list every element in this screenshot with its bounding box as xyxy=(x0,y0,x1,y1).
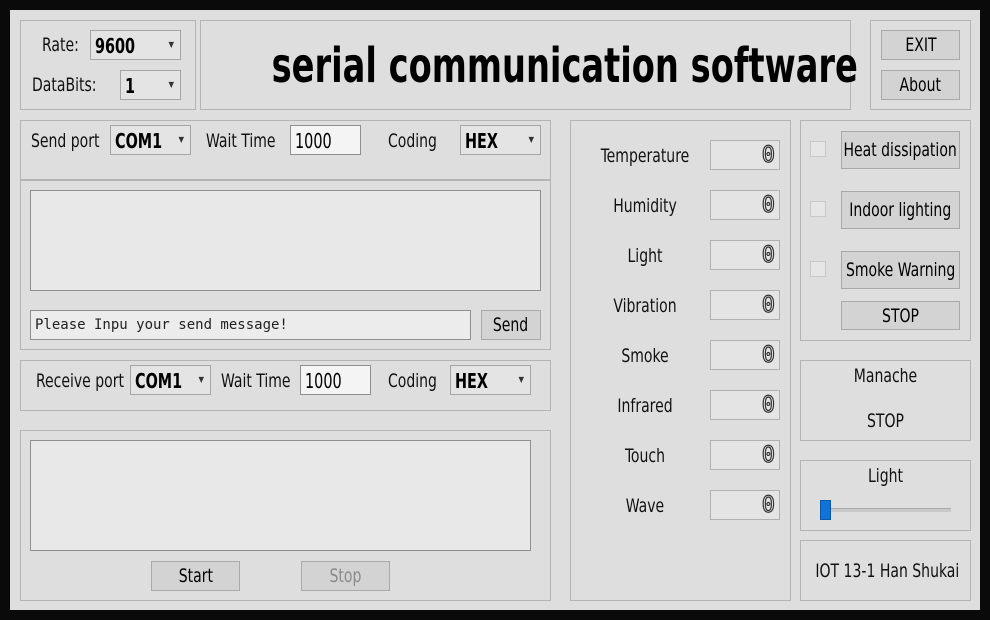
sensor-value: 0 xyxy=(761,142,775,168)
sensor-display-temperature: 0 xyxy=(710,140,780,170)
send-coding-value: HEX xyxy=(465,129,498,153)
sensor-label-touch: Touch xyxy=(625,445,665,467)
credit-text: IOT 13-1 Han Shukai xyxy=(815,560,960,582)
sensor-label-infrared: Infrared xyxy=(617,395,673,417)
send-button[interactable]: Send xyxy=(481,310,541,340)
receive-port-label: Receive port xyxy=(36,370,124,392)
sensor-display-wave: 0 xyxy=(710,490,780,520)
rate-value: 9600 xyxy=(95,34,136,58)
send-port-value: COM1 xyxy=(115,129,163,153)
sensor-value: 0 xyxy=(761,242,775,268)
smoke-warning-checkbox[interactable] xyxy=(810,261,826,277)
sensor-label-light: Light xyxy=(627,245,663,267)
heat-dissipation-checkbox[interactable] xyxy=(810,141,826,157)
manache-title: Manache xyxy=(853,365,918,387)
sensor-label-temperature: Temperature xyxy=(600,145,690,167)
send-port-label: Send port xyxy=(31,130,100,152)
sensor-display-touch: 0 xyxy=(710,440,780,470)
send-log-area[interactable] xyxy=(30,190,541,291)
chevron-down-icon: ▼ xyxy=(528,135,534,144)
receive-log-area[interactable] xyxy=(30,440,531,551)
sensor-label-smoke: Smoke xyxy=(621,345,669,367)
rate-select[interactable]: 9600 ▼ xyxy=(90,30,181,60)
receive-coding-label: Coding xyxy=(388,370,437,392)
sensor-label-wave: Wave xyxy=(625,495,665,517)
sensor-display-vibration: 0 xyxy=(710,290,780,320)
rate-label: Rate: xyxy=(42,34,79,56)
receive-coding-value: HEX xyxy=(455,369,488,393)
sensor-value: 0 xyxy=(761,392,775,418)
sensor-value: 0 xyxy=(761,292,775,318)
manache-status: STOP xyxy=(867,410,904,432)
receive-port-value: COM1 xyxy=(135,369,183,393)
heat-dissipation-button[interactable]: Heat dissipation xyxy=(841,131,960,169)
sensor-value: 0 xyxy=(761,492,775,518)
chevron-down-icon: ▼ xyxy=(168,80,174,89)
app-title: serial communication software xyxy=(271,38,858,94)
sensor-display-infrared: 0 xyxy=(710,390,780,420)
light-slider-label: Light xyxy=(867,465,903,487)
indoor-lighting-checkbox[interactable] xyxy=(810,201,826,217)
light-slider-handle[interactable] xyxy=(820,500,831,520)
sensor-label-humidity: Humidity xyxy=(613,195,677,217)
stop-receive-button: Stop xyxy=(301,561,390,591)
sensor-value: 0 xyxy=(761,342,775,368)
about-button[interactable]: About xyxy=(881,70,960,100)
sensor-display-light: 0 xyxy=(710,240,780,270)
start-button[interactable]: Start xyxy=(151,561,240,591)
send-port-select[interactable]: COM1 ▼ xyxy=(110,125,191,155)
sensor-display-humidity: 0 xyxy=(710,190,780,220)
send-coding-label: Coding xyxy=(388,130,437,152)
chevron-down-icon: ▼ xyxy=(168,40,174,49)
chevron-down-icon: ▼ xyxy=(198,375,204,384)
main-window: Rate: 9600 ▼ DataBits: 1 ▼ serial commun… xyxy=(10,10,980,610)
send-coding-select[interactable]: HEX ▼ xyxy=(460,125,541,155)
stop-all-button[interactable]: STOP xyxy=(841,301,960,330)
exit-button[interactable]: EXIT xyxy=(881,30,960,60)
databits-select[interactable]: 1 ▼ xyxy=(120,70,181,100)
smoke-warning-button[interactable]: Smoke Warning xyxy=(841,251,960,289)
send-wait-input[interactable]: 1000 xyxy=(290,125,361,155)
sensor-display-smoke: 0 xyxy=(710,340,780,370)
light-slider-track xyxy=(822,508,951,512)
receive-wait-label: Wait Time xyxy=(221,370,291,392)
sensor-value: 0 xyxy=(761,442,775,468)
send-message-input[interactable]: Please Inpu your send message! xyxy=(30,310,471,340)
sensor-value: 0 xyxy=(761,192,775,218)
chevron-down-icon: ▼ xyxy=(518,375,524,384)
receive-coding-select[interactable]: HEX ▼ xyxy=(450,365,531,395)
chevron-down-icon: ▼ xyxy=(178,135,184,144)
receive-port-select[interactable]: COM1 ▼ xyxy=(130,365,211,395)
receive-wait-input[interactable]: 1000 xyxy=(300,365,371,395)
send-wait-label: Wait Time xyxy=(206,130,276,152)
indoor-lighting-button[interactable]: Indoor lighting xyxy=(841,191,960,229)
databits-label: DataBits: xyxy=(32,74,97,96)
sensor-label-vibration: Vibration xyxy=(613,295,677,317)
databits-value: 1 xyxy=(125,74,136,98)
